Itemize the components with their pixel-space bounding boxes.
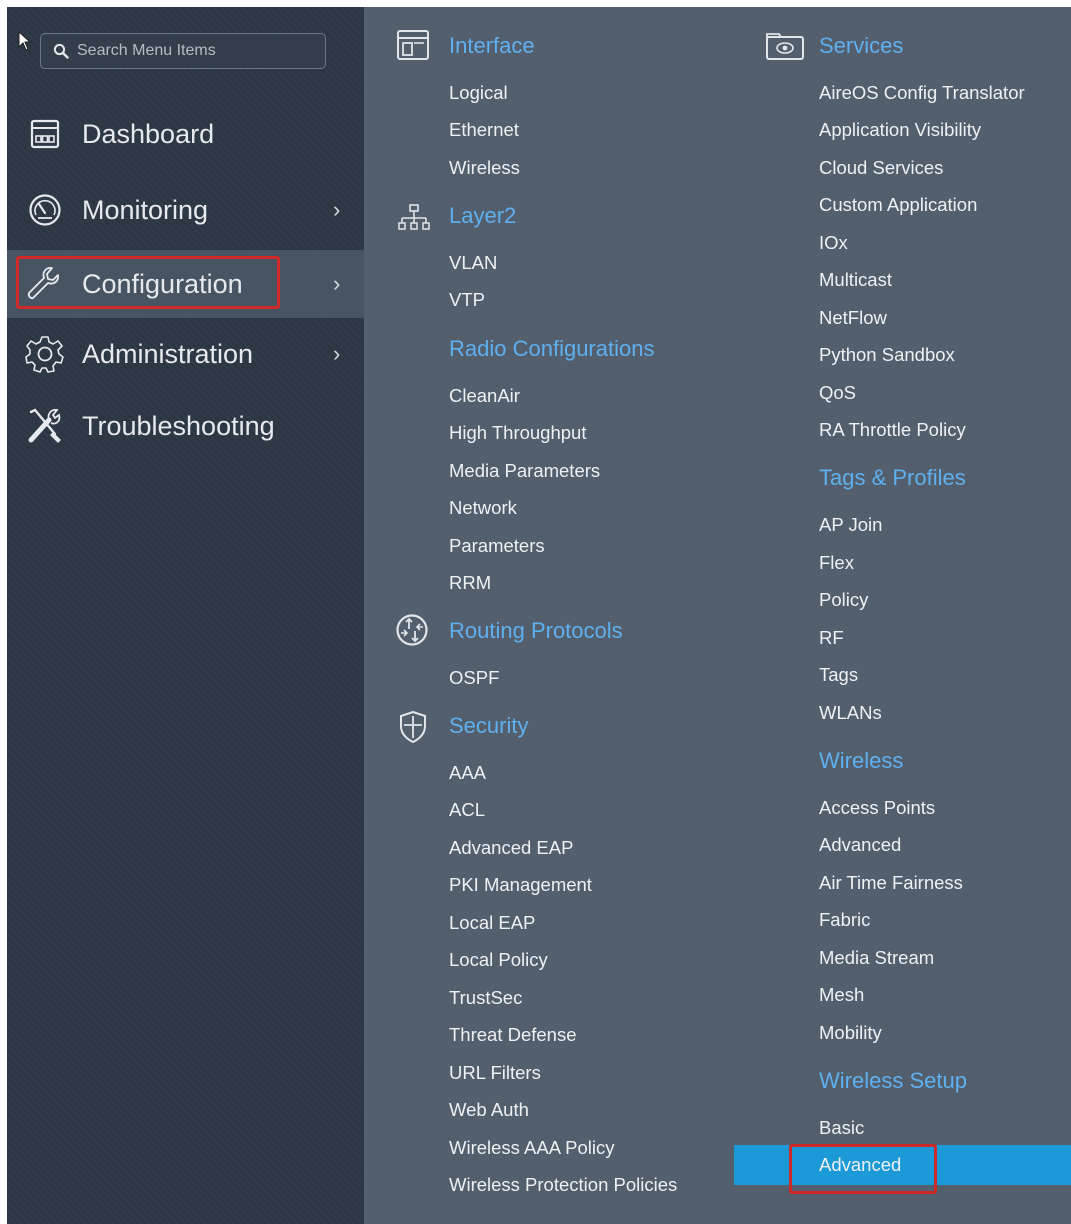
section-title-security[interactable]: Security: [449, 713, 528, 739]
advanced-highlight-box: [789, 1144, 937, 1194]
menu-item-ethernet[interactable]: Ethernet: [449, 119, 519, 141]
section-title-interface[interactable]: Interface: [449, 33, 535, 59]
navigation-menu: Dashboard Monitoring › Configur: [7, 7, 1071, 1224]
sidebar-item-label: Monitoring: [82, 194, 209, 225]
menu-item-pki-management[interactable]: PKI Management: [449, 874, 592, 896]
menu-item-tags[interactable]: Tags: [819, 664, 858, 686]
search-menu-input-wrapper[interactable]: [40, 33, 326, 69]
menu-item-logical[interactable]: Logical: [449, 82, 508, 104]
menu-item-rf[interactable]: RF: [819, 627, 844, 649]
router-icon: [395, 613, 429, 652]
menu-item-media-parameters[interactable]: Media Parameters: [449, 460, 600, 482]
gear-icon: [24, 333, 66, 375]
tools-icon: [24, 405, 66, 447]
menu-item-custom-application[interactable]: Custom Application: [819, 194, 977, 216]
menu-item-application-visibility[interactable]: Application Visibility: [819, 119, 981, 141]
menu-item-air-time-fairness[interactable]: Air Time Fairness: [819, 872, 963, 894]
menu-item-ra-throttle-policy[interactable]: RA Throttle Policy: [819, 419, 966, 441]
menu-item-media-stream[interactable]: Media Stream: [819, 947, 934, 969]
menu-item-advanced-eap[interactable]: Advanced EAP: [449, 837, 573, 859]
menu-item-mobility[interactable]: Mobility: [819, 1022, 882, 1044]
menu-item-web-auth[interactable]: Web Auth: [449, 1099, 529, 1121]
section-title-services[interactable]: Services: [819, 33, 903, 59]
menu-item-acl[interactable]: ACL: [449, 799, 485, 821]
menu-item-multicast[interactable]: Multicast: [819, 269, 892, 291]
menu-item-wireless-setup-basic[interactable]: Basic: [819, 1117, 864, 1139]
section-title-routing-protocols[interactable]: Routing Protocols: [449, 618, 623, 644]
sidebar-item-label: Troubleshooting: [82, 410, 275, 441]
sidebar-item-monitoring[interactable]: Monitoring ›: [7, 176, 364, 244]
gauge-icon: [24, 189, 66, 231]
menu-item-local-eap[interactable]: Local EAP: [449, 912, 535, 934]
network-tree-icon: [397, 203, 431, 238]
mouse-pointer-icon: [18, 31, 32, 51]
menu-item-high-throughput[interactable]: High Throughput: [449, 422, 586, 444]
menu-item-wireless-advanced[interactable]: Advanced: [819, 834, 901, 856]
search-icon: [53, 43, 69, 59]
services-icon: [765, 31, 805, 66]
section-title-layer2[interactable]: Layer2: [449, 203, 516, 229]
menu-item-ospf[interactable]: OSPF: [449, 667, 499, 689]
menu-item-vtp[interactable]: VTP: [449, 289, 485, 311]
menu-item-fabric[interactable]: Fabric: [819, 909, 870, 931]
menu-item-local-policy[interactable]: Local Policy: [449, 949, 548, 971]
menu-item-iox[interactable]: IOx: [819, 232, 848, 254]
menu-item-wireless-aaa-policy[interactable]: Wireless AAA Policy: [449, 1137, 615, 1159]
menu-item-interface-wireless[interactable]: Wireless: [449, 157, 520, 179]
section-title-wireless-setup[interactable]: Wireless Setup: [819, 1068, 967, 1094]
shield-icon: [398, 710, 428, 749]
section-title-radio-configurations[interactable]: Radio Configurations: [449, 336, 654, 362]
interface-icon: [396, 29, 430, 66]
search-menu-input[interactable]: [77, 42, 297, 60]
menu-item-ap-join[interactable]: AP Join: [819, 514, 882, 536]
menu-item-aaa[interactable]: AAA: [449, 762, 486, 784]
menu-item-trustsec[interactable]: TrustSec: [449, 987, 522, 1009]
menu-item-network[interactable]: Network: [449, 497, 517, 519]
menu-item-cloud-services[interactable]: Cloud Services: [819, 157, 943, 179]
menu-item-qos[interactable]: QoS: [819, 382, 856, 404]
menu-item-rrm[interactable]: RRM: [449, 572, 491, 594]
menu-item-access-points[interactable]: Access Points: [819, 797, 935, 819]
sidebar-item-label: Administration: [82, 338, 254, 369]
chevron-right-icon: ›: [333, 341, 341, 366]
menu-item-cleanair[interactable]: CleanAir: [449, 385, 520, 407]
menu-item-netflow[interactable]: NetFlow: [819, 307, 887, 329]
sidebar-item-dashboard[interactable]: Dashboard: [7, 100, 364, 168]
menu-item-wlans[interactable]: WLANs: [819, 702, 882, 724]
dashboard-icon: [24, 113, 66, 155]
menu-item-wireless-protection-policies[interactable]: Wireless Protection Policies: [449, 1174, 677, 1196]
sidebar: Dashboard Monitoring › Configur: [7, 7, 364, 1224]
sidebar-item-troubleshooting[interactable]: Troubleshooting: [7, 392, 364, 460]
menu-item-flex[interactable]: Flex: [819, 552, 854, 574]
sidebar-item-label: Dashboard: [82, 118, 215, 149]
chevron-right-icon: ›: [333, 197, 341, 222]
section-title-tags-profiles[interactable]: Tags & Profiles: [819, 465, 966, 491]
section-title-wireless[interactable]: Wireless: [819, 748, 903, 774]
menu-item-python-sandbox[interactable]: Python Sandbox: [819, 344, 955, 366]
menu-item-mesh[interactable]: Mesh: [819, 984, 864, 1006]
menu-item-parameters[interactable]: Parameters: [449, 535, 545, 557]
menu-item-url-filters[interactable]: URL Filters: [449, 1062, 541, 1084]
menu-item-threat-defense[interactable]: Threat Defense: [449, 1024, 577, 1046]
sidebar-item-administration[interactable]: Administration ›: [7, 320, 364, 388]
configuration-highlight-box: [16, 256, 280, 309]
chevron-right-icon: ›: [333, 271, 341, 296]
menu-item-aireos-config-translator[interactable]: AireOS Config Translator: [819, 82, 1025, 104]
menu-item-vlan[interactable]: VLAN: [449, 252, 497, 274]
menu-item-policy[interactable]: Policy: [819, 589, 868, 611]
